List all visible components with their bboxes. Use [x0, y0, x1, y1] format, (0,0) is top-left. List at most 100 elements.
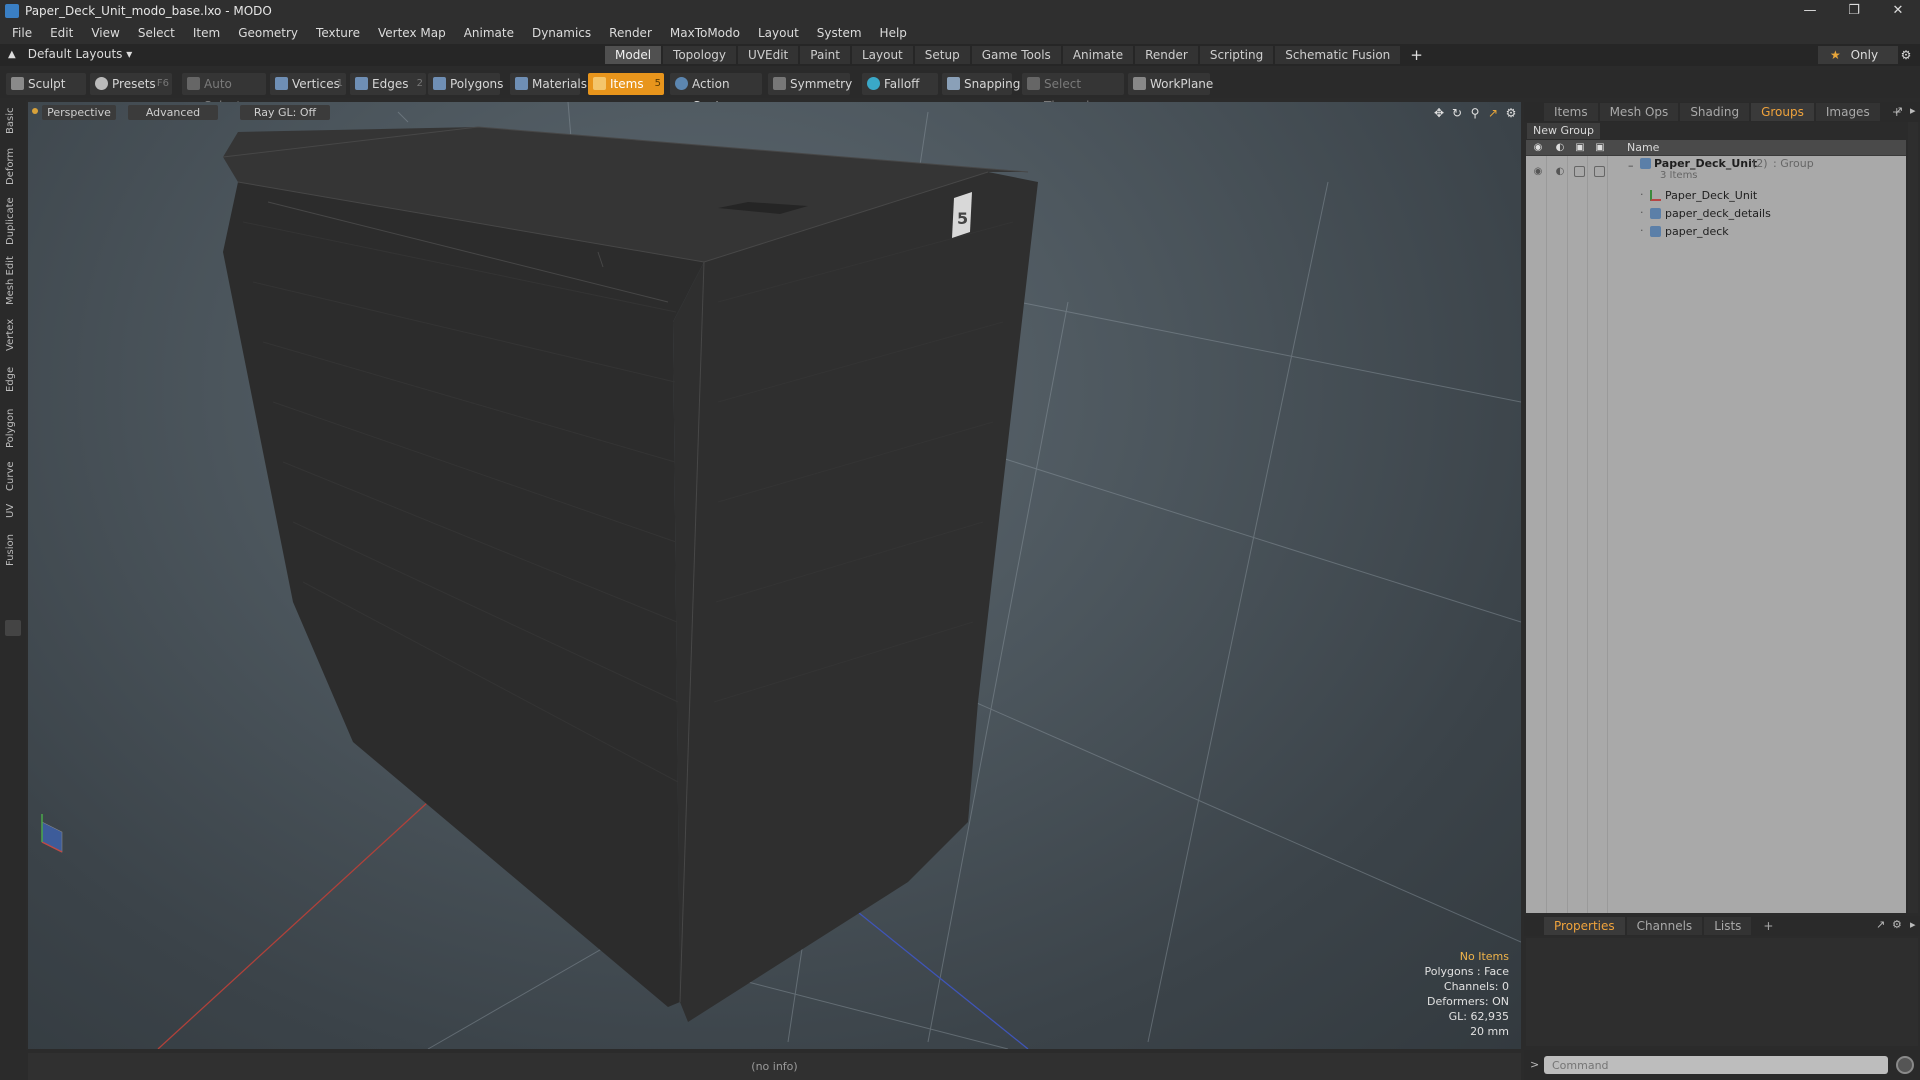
collapse-up-icon[interactable]: ▲	[8, 49, 16, 60]
strip-tab-curve[interactable]: Curve	[5, 458, 21, 494]
restore-button[interactable]: ❐	[1832, 0, 1876, 22]
menu-geometry[interactable]: Geometry	[238, 26, 298, 40]
command-input[interactable]	[1544, 1056, 1888, 1074]
presets-button[interactable]: Presets F6	[90, 73, 172, 95]
tab-topology[interactable]: Topology	[663, 46, 737, 64]
menu-select[interactable]: Select	[138, 26, 175, 40]
tab-model[interactable]: Model	[605, 46, 662, 64]
tab-paint[interactable]: Paint	[800, 46, 850, 64]
zoom-icon[interactable]: ⚲	[1466, 106, 1484, 120]
menu-view[interactable]: View	[91, 26, 119, 40]
groups-scrollbar[interactable]	[1908, 122, 1918, 913]
record-macro-icon[interactable]	[1896, 1056, 1914, 1074]
menu-file[interactable]: File	[12, 26, 32, 40]
action-center-button[interactable]: Action Center	[670, 73, 762, 113]
select-column-icon[interactable]: ▣	[1594, 142, 1606, 154]
strip-tab-uv[interactable]: UV	[5, 500, 21, 522]
close-button[interactable]: ✕	[1876, 0, 1920, 22]
tree-row[interactable]: · paper_deck_details	[1526, 205, 1906, 223]
tab-render[interactable]: Render	[1135, 46, 1198, 64]
strip-tab-duplicate[interactable]: Duplicate	[5, 195, 21, 247]
tree-row[interactable]: · Paper_Deck_Unit	[1526, 187, 1906, 205]
strip-tab-polygon[interactable]: Polygon	[5, 404, 21, 452]
perspective-button[interactable]: Perspective	[42, 105, 116, 120]
polygons-button[interactable]: Polygons	[428, 73, 503, 95]
tab-images[interactable]: Images	[1815, 103, 1880, 121]
menu-render[interactable]: Render	[609, 26, 652, 40]
render-toggle-icon[interactable]: ◐	[1554, 166, 1566, 178]
menu-layout[interactable]: Layout	[758, 26, 799, 40]
strip-tab-deform[interactable]: Deform	[5, 146, 21, 186]
tab-scripting[interactable]: Scripting	[1199, 46, 1274, 64]
raygl-button[interactable]: Ray GL: Off	[240, 105, 330, 120]
strip-toggle-button[interactable]	[5, 620, 21, 636]
gear-icon[interactable]: ⚙	[1896, 46, 1916, 64]
tab-animate[interactable]: Animate	[1062, 46, 1134, 64]
strip-tab-basic[interactable]: Basic	[5, 104, 21, 138]
minimize-button[interactable]: —	[1788, 0, 1832, 22]
sculpt-button[interactable]: Sculpt	[6, 73, 86, 95]
tab-properties[interactable]: Properties	[1544, 917, 1625, 935]
add-properties-tab-button[interactable]: +	[1753, 917, 1783, 935]
lock-column-icon[interactable]: ▣	[1574, 142, 1586, 154]
menu-system[interactable]: System	[817, 26, 862, 40]
symmetry-button[interactable]: Symmetry	[768, 73, 852, 95]
panel-arrow-icon[interactable]: ▸	[1910, 104, 1916, 117]
collapse-toggle-icon[interactable]: –	[1628, 159, 1634, 172]
panel-expand-icon[interactable]: ↗	[1894, 104, 1903, 117]
viewport-settings-icon[interactable]: ⚙	[1502, 106, 1520, 120]
tab-layout[interactable]: Layout	[851, 46, 913, 64]
advanced-button[interactable]: Advanced	[128, 105, 218, 120]
tab-items[interactable]: Items	[1544, 103, 1598, 121]
render-column-icon[interactable]: ◐	[1554, 142, 1566, 154]
menu-maxtomodo[interactable]: MaxToModo	[670, 26, 740, 40]
fit-icon[interactable]: ↗	[1484, 106, 1502, 120]
menu-dynamics[interactable]: Dynamics	[532, 26, 591, 40]
visibility-column-icon[interactable]: ◉	[1532, 142, 1544, 154]
properties-gear-icon[interactable]: ⚙	[1892, 918, 1902, 931]
strip-tab-edge[interactable]: Edge	[5, 362, 21, 396]
add-tab-button[interactable]: +	[1410, 46, 1423, 64]
select-through-button[interactable]: Select Through	[1022, 73, 1124, 113]
menu-animate[interactable]: Animate	[464, 26, 514, 40]
tab-lists[interactable]: Lists	[1704, 917, 1752, 935]
tab-channels[interactable]: Channels	[1626, 917, 1703, 935]
tab-groups[interactable]: Groups	[1751, 103, 1814, 121]
menu-edit[interactable]: Edit	[50, 26, 73, 40]
properties-arrow-icon[interactable]: ▸	[1910, 918, 1916, 931]
menu-item[interactable]: Item	[193, 26, 220, 40]
properties-expand-icon[interactable]: ↗	[1876, 918, 1885, 931]
strip-tab-mesh-edit[interactable]: Mesh Edit	[5, 255, 21, 307]
visibility-eye-icon[interactable]: ◉	[1532, 166, 1544, 178]
falloff-button[interactable]: Falloff	[862, 73, 938, 95]
snapping-button[interactable]: Snapping	[942, 73, 1020, 95]
menu-help[interactable]: Help	[880, 26, 907, 40]
menu-vertex-map[interactable]: Vertex Map	[378, 26, 446, 40]
items-button[interactable]: Items 5	[588, 73, 664, 95]
menu-texture[interactable]: Texture	[316, 26, 360, 40]
lock-checkbox[interactable]	[1574, 166, 1585, 177]
strip-tab-vertex[interactable]: Vertex	[5, 315, 21, 355]
3d-viewport[interactable]: 5 No Items Polygons : Face Channels: 0 D…	[28, 102, 1521, 1049]
strip-tab-fusion[interactable]: Fusion	[5, 530, 21, 570]
tab-schematic-fusion[interactable]: Schematic Fusion	[1275, 46, 1401, 64]
workplane-button[interactable]: WorkPlane	[1128, 73, 1213, 95]
vertices-button[interactable]: Vertices 1	[270, 73, 346, 95]
pan-icon[interactable]: ✥	[1430, 106, 1448, 120]
group-row[interactable]: ◉ ◐ – Paper_Deck_Unit (2) : Group 3 Item…	[1526, 156, 1906, 186]
tree-row[interactable]: · paper_deck	[1526, 223, 1906, 241]
default-layouts-dropdown[interactable]: ▲ Default Layouts ▾	[8, 47, 132, 61]
new-group-button[interactable]: New Group	[1527, 123, 1600, 139]
tab-setup[interactable]: Setup	[914, 46, 970, 64]
tab-game-tools[interactable]: Game Tools	[971, 46, 1061, 64]
auto-select-button[interactable]: Auto Select	[182, 73, 266, 113]
edges-button[interactable]: Edges 2	[350, 73, 426, 95]
only-toggle[interactable]: ★ Only	[1818, 46, 1898, 64]
rotate-icon[interactable]: ↻	[1448, 106, 1466, 120]
tab-mesh-ops[interactable]: Mesh Ops	[1599, 103, 1679, 121]
materials-button[interactable]: Materials	[510, 73, 587, 95]
tab-uvedit[interactable]: UVEdit	[738, 46, 799, 64]
viewport-menu-icon[interactable]	[32, 108, 38, 114]
tab-shading[interactable]: Shading	[1680, 103, 1750, 121]
select-checkbox[interactable]	[1594, 166, 1605, 177]
